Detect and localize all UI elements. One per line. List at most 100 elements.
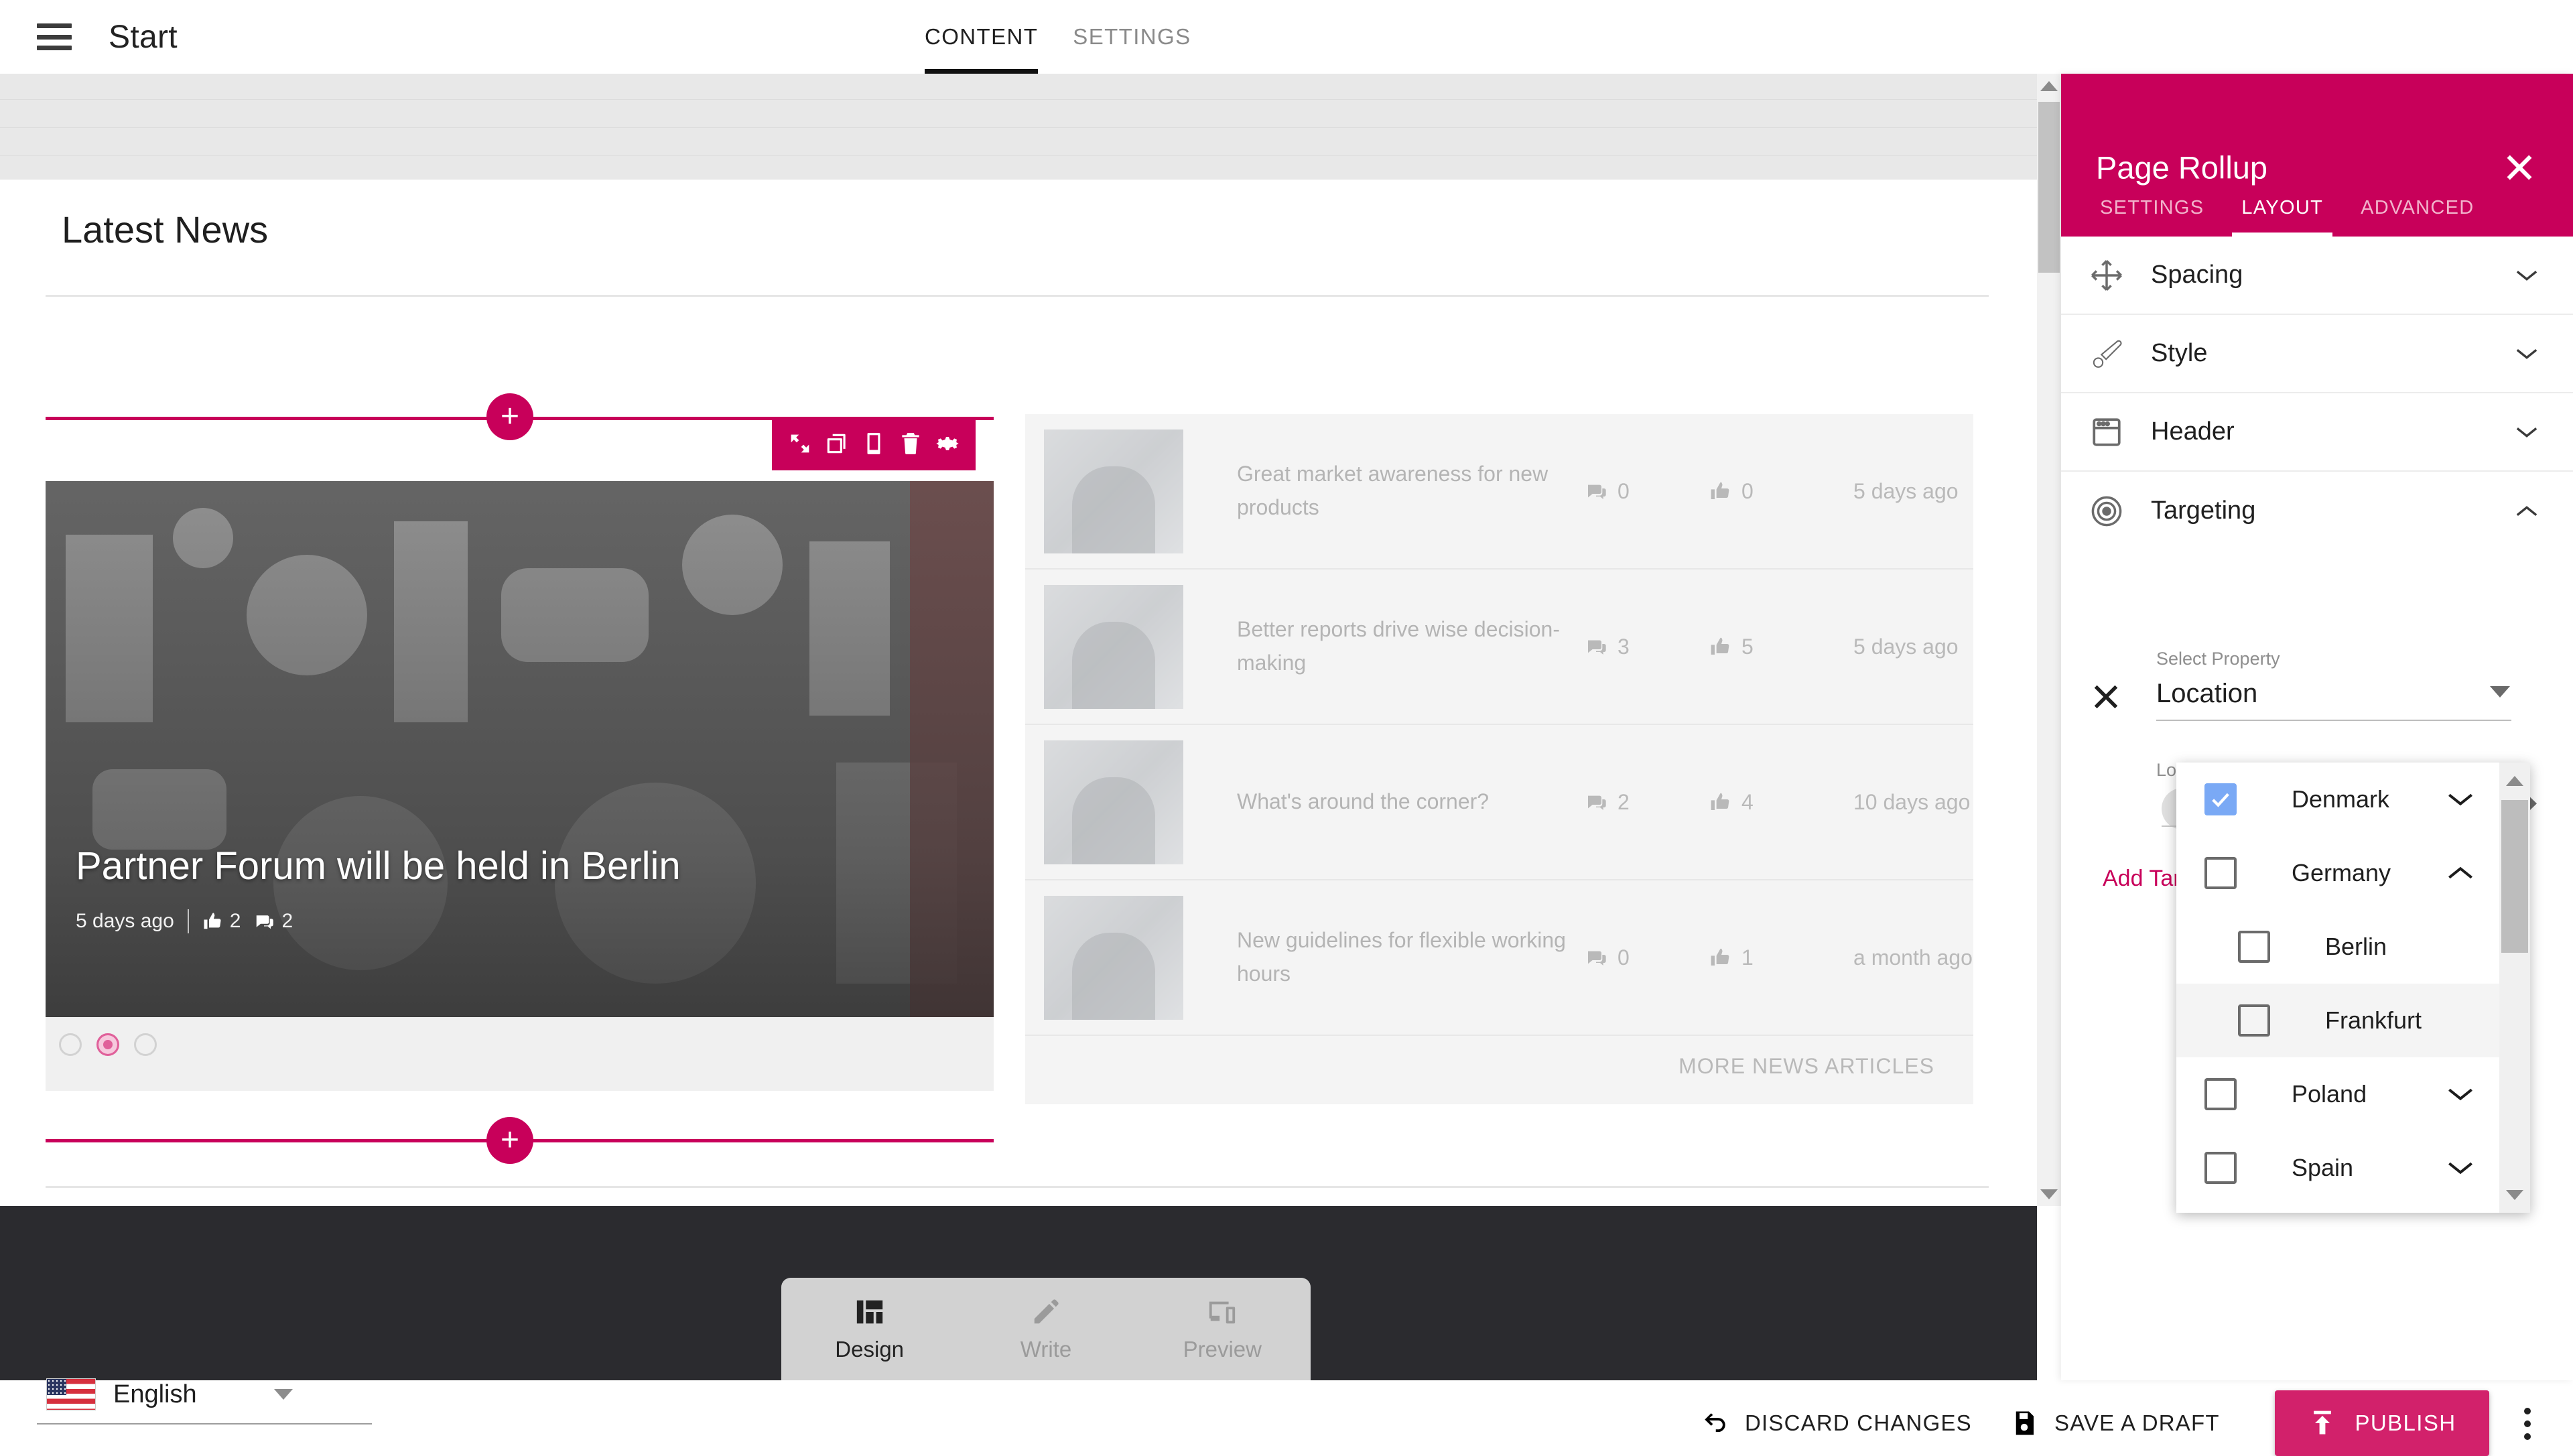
clear-property-icon[interactable] <box>2091 681 2121 712</box>
news-item-title: Better reports drive wise decision-makin… <box>1237 617 1560 675</box>
publish-label: PUBLISH <box>2355 1410 2456 1435</box>
add-block-button-top[interactable]: + <box>486 393 533 440</box>
dropdown-scrollbar-thumb[interactable] <box>2501 800 2528 953</box>
move-icon <box>2085 258 2128 293</box>
scrollbar-thumb[interactable] <box>2038 102 2060 273</box>
location-dropdown: Denmark Germany Berlin Frankfurt Poland … <box>2176 763 2530 1213</box>
dropdown-scrollbar[interactable] <box>2499 763 2530 1213</box>
mode-label: Design <box>835 1336 905 1362</box>
comment-icon <box>1588 640 1606 655</box>
save-icon <box>2016 1411 2034 1435</box>
add-block-button-bottom[interactable]: + <box>486 1117 533 1164</box>
publish-icon <box>2314 1410 2332 1435</box>
mode-design[interactable]: Design <box>781 1278 958 1380</box>
save-draft-button[interactable]: SAVE A DRAFT <box>2010 1399 2220 1447</box>
hero-meta: 5 days ago 2 2 <box>76 909 681 933</box>
mode-write[interactable]: Write <box>958 1278 1134 1380</box>
top-tab-bar: CONTENT SETTINGS <box>925 0 1191 74</box>
checkbox-unchecked[interactable] <box>2238 931 2270 963</box>
checkbox-checked[interactable] <box>2204 783 2237 815</box>
dropdown-option-poland[interactable]: Poland <box>2176 1057 2530 1131</box>
expand-icon[interactable] <box>785 428 815 459</box>
panel-tab-advanced[interactable]: ADVANCED <box>2342 179 2493 237</box>
news-list-item[interactable]: Great market awareness for new products … <box>1025 414 1973 570</box>
dropdown-option-spain[interactable]: Spain <box>2176 1131 2530 1205</box>
scroll-down-icon[interactable] <box>2037 1182 2061 1206</box>
chevron-down-icon[interactable] <box>2447 792 2474 807</box>
news-item-title: What's around the corner? <box>1237 789 1490 814</box>
news-item-likes: 5 <box>1709 635 1833 659</box>
language-select[interactable]: English <box>37 1366 372 1425</box>
accordion-label: Header <box>2151 417 2235 446</box>
news-item-comments: 3 <box>1585 635 1709 659</box>
close-icon[interactable] <box>2501 149 2538 186</box>
hero-article-block[interactable]: Partner Forum will be held in Berlin 5 d… <box>46 481 994 1017</box>
target-icon <box>2085 494 2128 529</box>
checkbox-unchecked[interactable] <box>2204 1152 2237 1184</box>
publish-button[interactable]: PUBLISH <box>2275 1390 2489 1456</box>
news-item-comments: 0 <box>1585 479 1709 504</box>
checkbox-unchecked[interactable] <box>2204 1078 2237 1110</box>
thumbs-up-icon <box>1711 948 1729 966</box>
undo-icon <box>1705 1413 1725 1433</box>
thumbs-up-icon <box>1711 793 1729 810</box>
comment-icon <box>257 915 274 929</box>
mode-preview[interactable]: Preview <box>1134 1278 1311 1380</box>
panel-tab-layout[interactable]: LAYOUT <box>2223 179 2342 237</box>
carousel-dot[interactable] <box>59 1033 82 1056</box>
kebab-menu-icon[interactable] <box>2507 1397 2548 1451</box>
us-flag-icon <box>46 1378 96 1410</box>
canvas-top-strip <box>0 74 2037 180</box>
news-item-likes: 0 <box>1709 479 1833 504</box>
chevron-down-icon[interactable] <box>2515 269 2538 282</box>
carousel-dot[interactable] <box>134 1033 157 1056</box>
accordion-spacing[interactable]: Spacing <box>2061 237 2573 315</box>
mobile-icon[interactable] <box>858 428 889 459</box>
scroll-up-icon[interactable] <box>2499 765 2530 796</box>
trash-icon[interactable] <box>895 428 926 459</box>
dropdown-option-denmark[interactable]: Denmark <box>2176 763 2530 836</box>
news-list-item[interactable]: New guidelines for flexible working hour… <box>1025 880 1973 1036</box>
chevron-down-icon[interactable] <box>274 1389 293 1400</box>
accordion-label: Targeting <box>2151 497 2256 525</box>
tab-content[interactable]: CONTENT <box>925 0 1039 74</box>
scroll-down-icon[interactable] <box>2499 1179 2530 1210</box>
chevron-down-icon[interactable] <box>2490 686 2510 698</box>
discard-changes-button[interactable]: DISCARD CHANGES <box>1701 1399 1972 1447</box>
accordion-targeting[interactable]: Targeting <box>2061 472 2573 550</box>
section-title: Latest News <box>62 208 269 251</box>
hero-comments: 2 <box>254 910 293 933</box>
news-list-item[interactable]: Better reports drive wise decision-makin… <box>1025 570 1973 725</box>
selected-property-value: Location <box>2156 679 2258 708</box>
accordion-header[interactable]: Header <box>2061 393 2573 472</box>
more-news-articles-link[interactable]: MORE NEWS ARTICLES <box>1678 1054 1934 1079</box>
news-item-date: a month ago <box>1853 945 1973 970</box>
chevron-up-icon[interactable] <box>2447 866 2474 880</box>
brush-icon <box>2085 337 2128 371</box>
panel-tab-settings[interactable]: SETTINGS <box>2081 179 2223 237</box>
dropdown-option-germany[interactable]: Germany <box>2176 836 2530 910</box>
chevron-down-icon[interactable] <box>2515 425 2538 439</box>
select-property-field[interactable]: Select Property Location <box>2156 649 2511 709</box>
language-label: English <box>113 1380 197 1408</box>
hamburger-icon[interactable] <box>37 23 72 50</box>
dropdown-option-berlin[interactable]: Berlin <box>2176 910 2530 984</box>
gear-icon[interactable] <box>932 428 963 459</box>
bottom-rule <box>46 1186 1989 1188</box>
chevron-down-icon[interactable] <box>2515 347 2538 360</box>
accordion-style[interactable]: Style <box>2061 315 2573 393</box>
carousel-dot-active[interactable] <box>96 1033 119 1056</box>
canvas-scrollbar[interactable] <box>2037 74 2061 1206</box>
scroll-up-icon[interactable] <box>2037 74 2061 98</box>
save-label: SAVE A DRAFT <box>2054 1410 2220 1435</box>
tab-settings[interactable]: SETTINGS <box>1073 0 1191 74</box>
checkbox-unchecked[interactable] <box>2204 857 2237 889</box>
panel-header: Page Rollup SETTINGS LAYOUT ADVANCED <box>2061 74 2573 237</box>
checkbox-unchecked[interactable] <box>2238 1004 2270 1037</box>
chevron-down-icon[interactable] <box>2447 1161 2474 1175</box>
chevron-up-icon[interactable] <box>2515 505 2538 518</box>
dropdown-option-frankfurt[interactable]: Frankfurt <box>2176 984 2530 1057</box>
chevron-down-icon[interactable] <box>2447 1087 2474 1102</box>
copy-icon[interactable] <box>821 428 852 459</box>
news-list-item[interactable]: What's around the corner? 2 4 10 days ag… <box>1025 725 1973 880</box>
